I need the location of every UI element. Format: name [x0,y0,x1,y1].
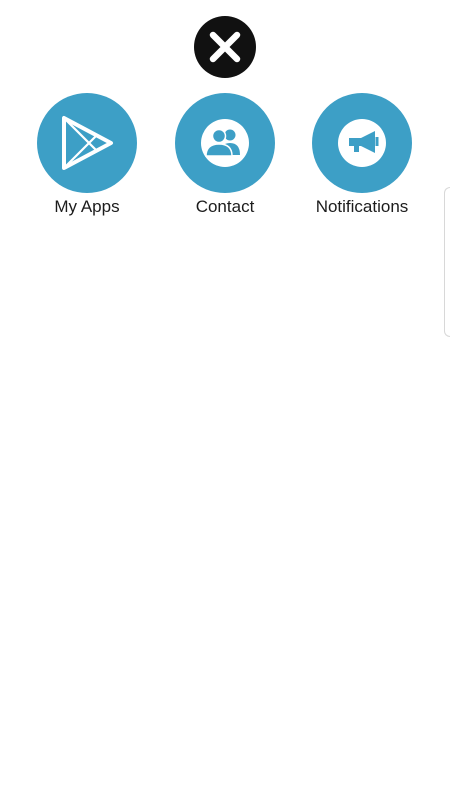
notifications-circle [312,93,412,193]
my-apps-circle [37,93,137,193]
my-apps-label: My Apps [54,197,120,216]
close-button[interactable] [194,16,256,78]
contact-label: Contact [195,197,255,216]
quick-menu: My Apps Contact Notifications [0,93,450,223]
notifications-button[interactable]: Notifications [297,93,427,223]
megaphone-icon [338,119,386,167]
close-icon [209,31,241,63]
contact-button[interactable]: Contact [160,93,290,223]
edge-panel-handle[interactable] [444,187,450,337]
my-apps-button[interactable]: My Apps [22,93,152,223]
contacts-icon [201,119,249,167]
play-store-icon [62,116,113,170]
contact-circle [175,93,275,193]
notifications-label: Notifications [315,197,409,216]
